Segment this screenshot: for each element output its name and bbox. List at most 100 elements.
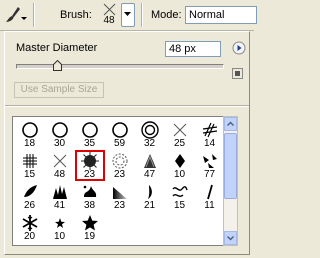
brush-preset[interactable]: 41 — [45, 181, 75, 212]
snowflake-brush-icon — [22, 215, 38, 231]
brush-preset[interactable]: 30 — [45, 119, 75, 150]
brush-preset[interactable]: 77 — [195, 150, 225, 181]
diameter-slider-track[interactable] — [16, 64, 224, 69]
hard-round-brush-icon — [82, 122, 98, 138]
brush-size-label: 30 — [53, 138, 66, 149]
options-bar: Brush: 48 Mode: Normal — [0, 0, 257, 31]
use-sample-size-button[interactable]: Use Sample Size — [14, 82, 104, 98]
brush-size-label: 26 — [23, 200, 36, 211]
brush-size-label: 15 — [23, 169, 36, 180]
brush-preset[interactable]: 11 — [195, 181, 225, 212]
squiggle-brush-icon — [172, 186, 188, 197]
brush-picker-button[interactable] — [121, 3, 135, 27]
separator — [141, 3, 143, 27]
brush-size-label: 23 — [83, 169, 96, 180]
brush-size-label: 41 — [53, 200, 66, 211]
hard-round-brush-icon — [52, 122, 68, 138]
diamond-brush-icon — [175, 154, 185, 168]
brush-size-label: 15 — [173, 200, 186, 211]
brush-grid: 18 30 35 59 32 25 14 15 48 23 23 47 10 77 26 41 38 23 21 15… — [15, 119, 225, 243]
master-diameter-label: Master Diameter — [16, 42, 98, 54]
chevron-down-icon — [124, 12, 131, 16]
brush-preset[interactable]: 35 — [75, 119, 105, 150]
scroll-up-button[interactable] — [224, 117, 237, 131]
brush-preset[interactable]: 32 — [135, 119, 165, 150]
brush-preset[interactable]: 23 — [105, 150, 135, 181]
comma-brush-icon — [148, 185, 152, 199]
separator — [33, 3, 35, 27]
brush-preset[interactable]: 23 — [105, 181, 135, 212]
brush-preset[interactable]: 48 — [45, 150, 75, 181]
brush-size: 48 — [103, 15, 115, 26]
brush-size-label: 23 — [113, 200, 126, 211]
brush-preset[interactable]: 18 — [15, 119, 45, 150]
brush-size-label: 21 — [143, 200, 156, 211]
brush-preset[interactable]: 59 — [105, 119, 135, 150]
brush-size-label: 19 — [83, 231, 96, 242]
small-star-brush-icon — [55, 218, 65, 228]
double-ring-brush-icon — [141, 121, 159, 139]
diameter-slider-thumb[interactable] — [53, 60, 63, 71]
tool-preset-chevron-down-icon[interactable] — [19, 5, 29, 25]
brush-list-scrollbar[interactable] — [223, 116, 238, 246]
brush-size-label: 10 — [53, 231, 66, 242]
mode-select[interactable]: Normal — [185, 6, 257, 24]
master-diameter-field[interactable]: 48 px — [165, 41, 221, 57]
brush-preset[interactable]: 26 — [15, 181, 45, 212]
brush-size-label: 59 — [113, 138, 126, 149]
brush-size-label: 47 — [143, 169, 156, 180]
brush-size-label: 48 — [53, 169, 66, 180]
brush-preview[interactable]: 48 — [97, 2, 121, 28]
grid-hash-brush-icon — [23, 154, 37, 168]
scroll-down-button[interactable] — [224, 231, 237, 245]
panel-menu-arrow-icon[interactable] — [232, 41, 246, 55]
brush-preset[interactable]: 38 — [75, 181, 105, 212]
star-brush-icon — [82, 215, 98, 231]
x-cross-brush-icon — [53, 154, 67, 168]
brush-preset[interactable]: 10 — [45, 212, 75, 243]
fan-brush-icon — [144, 154, 156, 168]
brush-preset[interactable]: 10 — [165, 150, 195, 181]
hatch-brush-icon — [202, 122, 218, 138]
chevron-down-icon — [226, 235, 235, 241]
brush-size-label: 20 — [23, 231, 36, 242]
hard-round-brush-icon — [112, 122, 128, 138]
x-cross-brush-icon — [173, 123, 187, 137]
brush-picker-panel: Master Diameter 48 px Use Sample Size 18… — [4, 31, 250, 255]
brush-size-label: 25 — [173, 138, 186, 149]
brush-size-label: 18 — [23, 138, 36, 149]
mode-label: Mode: — [151, 9, 182, 21]
brush-label: Brush: — [60, 9, 92, 21]
brush-preset[interactable]: 15 — [165, 181, 195, 212]
leaf-brush-icon — [24, 185, 37, 197]
brush-size-label: 10 — [173, 169, 186, 180]
new-preset-icon[interactable] — [232, 68, 243, 79]
brush-size-label: 35 — [83, 138, 96, 149]
spiral-brush-icon — [112, 153, 128, 169]
brush-list: 18 30 35 59 32 25 14 15 48 23 23 47 10 77 26 41 38 23 21 15… — [12, 116, 225, 246]
brush-preset[interactable]: 47 — [135, 150, 165, 181]
brush-size-label: 77 — [203, 169, 216, 180]
brush-size-label: 11 — [204, 200, 215, 211]
brush-preset[interactable]: 25 — [165, 119, 195, 150]
brush-size-label: 32 — [143, 138, 156, 149]
cluster-brush-icon — [53, 185, 67, 199]
arrows-brush-icon — [203, 154, 217, 168]
brush-preset[interactable]: 14 — [195, 119, 225, 150]
brush-size-label: 14 — [203, 138, 216, 149]
brush-preset[interactable]: 21 — [135, 181, 165, 212]
divider — [5, 105, 249, 107]
brush-preset[interactable]: 20 — [15, 212, 45, 243]
brush-size-label: 23 — [113, 169, 126, 180]
gradient-wedge-brush-icon — [113, 187, 127, 199]
slash-brush-icon — [207, 184, 213, 200]
scroll-thumb[interactable] — [224, 133, 237, 199]
splat-brush-icon — [83, 185, 97, 197]
brush-preset[interactable]: 19 — [75, 212, 105, 243]
dark-star-brush-icon — [81, 152, 99, 170]
hard-round-brush-icon — [22, 122, 38, 138]
brush-size-label: 38 — [83, 200, 96, 211]
brush-preset[interactable]: 15 — [15, 150, 45, 181]
chevron-up-icon — [226, 121, 235, 127]
brush-preset[interactable]: 23 — [75, 150, 105, 181]
